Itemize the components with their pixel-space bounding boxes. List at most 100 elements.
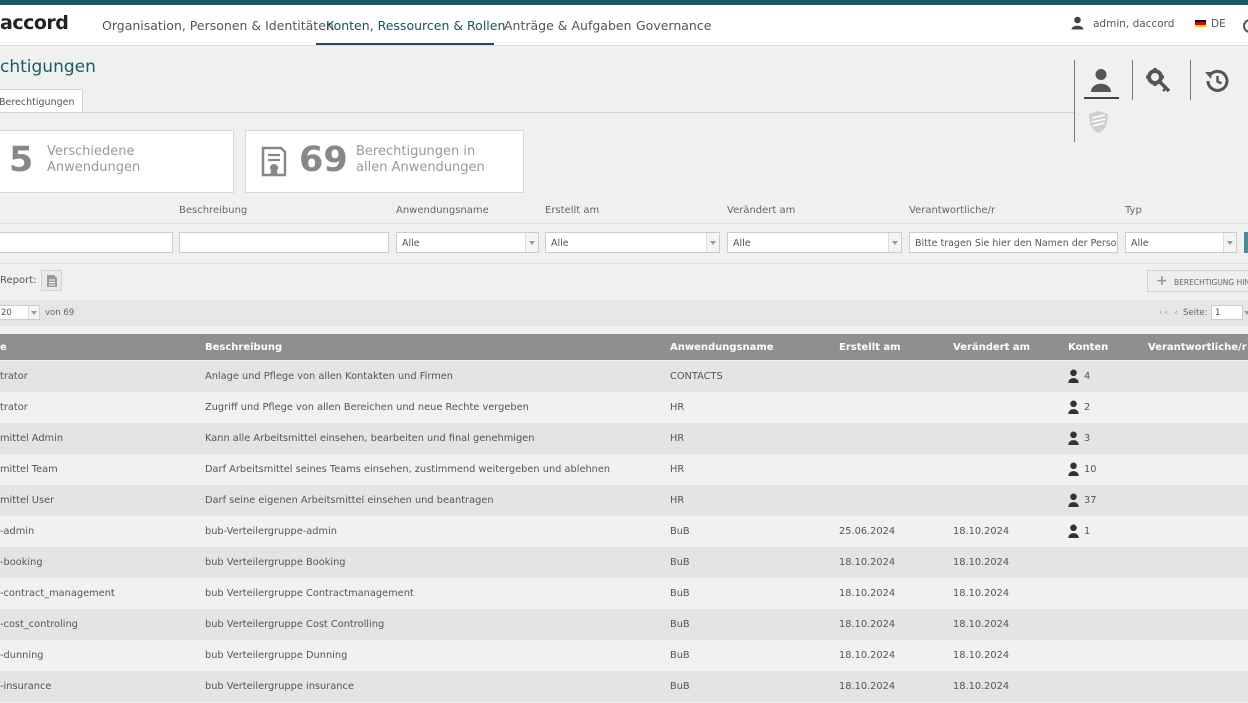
filter-label-anwendungsname: Anwendungsname [396, 205, 489, 216]
col-header-erstellt[interactable]: Erstellt am [839, 342, 901, 353]
table-header: e Beschreibung Anwendungsname Erstellt a… [0, 334, 1248, 360]
cell-anwendung: CONTACTS [670, 371, 723, 382]
page-size-select[interactable]: 20 [0, 305, 40, 320]
cell-beschreibung: bub Verteilergruppe Contractmanagement [205, 588, 414, 599]
pager-bar: 20 von 69 ‹‹ ‹ Seite: 1 [0, 300, 1248, 326]
history-icon[interactable] [1203, 68, 1230, 94]
tab-berechtigungen[interactable]: Berechtigungen [0, 89, 83, 113]
add-berechtigung-button[interactable]: + BERECHTIGUNG HIN [1147, 270, 1248, 292]
nav-konten[interactable]: Konten, Ressourcen & Rollen [326, 18, 505, 33]
plus-icon: + [1156, 273, 1168, 289]
person-icon[interactable] [1068, 369, 1079, 383]
select-value: Alle [1131, 238, 1149, 249]
pager-prev-arrows[interactable]: ‹‹ ‹ [1159, 308, 1180, 318]
user-menu[interactable]: admin, daccord [1093, 18, 1174, 30]
tab-divider [0, 112, 1074, 113]
chevron-down-icon[interactable] [1243, 305, 1248, 320]
input-placeholder: Bitte tragen Sie hier den Namen der Pers… [915, 238, 1118, 249]
col-header-name[interactable]: e [0, 342, 7, 353]
shield-icon[interactable] [1088, 110, 1109, 134]
stat-line: Anwendungen [47, 160, 141, 175]
name-filter-input[interactable] [0, 232, 173, 253]
gear-key-icon[interactable] [1146, 68, 1172, 94]
person-icon[interactable] [1068, 462, 1079, 476]
person-icon[interactable] [1068, 524, 1079, 538]
cell-erstellt: 25.06.2024 [839, 526, 896, 537]
col-header-anwendungsname[interactable]: Anwendungsname [670, 342, 774, 353]
chevron-down-icon [888, 233, 901, 252]
page-number-input[interactable]: 1 [1211, 305, 1243, 320]
anwendungsname-select[interactable]: Alle [396, 232, 539, 253]
stat-card-berechtigungen[interactable]: 69 Berechtigungen in allen Anwendungen [245, 130, 524, 193]
filter-label-typ: Typ [1125, 205, 1142, 216]
cell-anwendung: BuB [670, 681, 690, 692]
cell-anwendung: BuB [670, 619, 690, 630]
verantwortliche-filter-input[interactable]: Bitte tragen Sie hier den Namen der Pers… [909, 232, 1118, 253]
sidebar-divider [1190, 60, 1191, 100]
table-row[interactable]: trator Anlage und Pflege von allen Kontak… [0, 361, 1248, 392]
cell-konten[interactable]: 1 [1084, 526, 1090, 537]
col-header-verantwortliche[interactable]: Verantwortliche/r [1148, 342, 1247, 353]
stat-card-anwendungen[interactable]: 5 Verschiedene Anwendungen [0, 130, 234, 193]
nav-organisation[interactable]: Organisation, Personen & Identitäten [102, 18, 334, 33]
filter-label-veraendert: Verändert am [727, 205, 796, 216]
cell-anwendung: HR [670, 464, 685, 475]
typ-select[interactable]: Alle [1125, 232, 1237, 253]
col-header-beschreibung[interactable]: Beschreibung [205, 342, 282, 353]
table-row[interactable]: -insurance bub Verteilergruppe insurance B… [0, 671, 1248, 702]
col-header-veraendert[interactable]: Verändert am [953, 342, 1030, 353]
report-button[interactable] [41, 270, 62, 291]
sidebar-divider [1132, 60, 1133, 100]
table-row[interactable]: -contract_management bub Verteilergruppe … [0, 578, 1248, 609]
table-row[interactable]: -dunning bub Verteilergruppe Dunning BuB 18… [0, 640, 1248, 671]
col-header-konten[interactable]: Konten [1068, 342, 1108, 353]
cell-name: -insurance [0, 681, 52, 692]
cell-veraendert: 18.10.2024 [953, 650, 1010, 661]
table-row[interactable]: -booking bub Verteilergruppe Booking BuB 18… [0, 547, 1248, 578]
cell-beschreibung: Darf Arbeitsmittel seines Teams einsehen… [205, 464, 611, 475]
power-icon[interactable] [1243, 19, 1248, 33]
cell-konten[interactable]: 37 [1084, 495, 1096, 506]
table-row[interactable]: mittel User Darf seine eigenen Arbeitsmit… [0, 485, 1248, 516]
select-value: Alle [733, 238, 751, 249]
table-row[interactable]: mittel Team Darf Arbeitsmittel seines Tea… [0, 454, 1248, 485]
cell-konten[interactable]: 10 [1084, 464, 1096, 475]
table-row[interactable]: trator Zugriff und Pflege von allen Berei… [0, 392, 1248, 423]
cell-erstellt: 18.10.2024 [839, 619, 896, 630]
table-row[interactable]: mittel Admin Kann alle Arbeitsmittel eins… [0, 423, 1248, 454]
cell-veraendert: 18.10.2024 [953, 681, 1010, 692]
chevron-down-icon [706, 233, 719, 252]
user-icon [1071, 16, 1084, 30]
chevron-down-icon [525, 233, 538, 252]
language-selector[interactable]: DE [1211, 18, 1226, 30]
table-row[interactable]: -admin bub-Verteilergruppe-admin BuB 25.06.… [0, 516, 1248, 547]
person-icon[interactable] [1090, 68, 1112, 93]
cell-name: trator [0, 371, 28, 382]
cell-konten[interactable]: 3 [1084, 433, 1090, 444]
total-count: von 69 [45, 308, 75, 318]
cell-konten[interactable]: 2 [1084, 402, 1090, 413]
cell-name: mittel Admin [0, 433, 64, 444]
veraendert-select[interactable]: Alle [727, 232, 902, 253]
table-row[interactable]: -cost_controling bub Verteilergruppe Cost… [0, 609, 1248, 640]
nav-antraege[interactable]: Anträge & Aufgaben [504, 18, 632, 33]
cell-erstellt: 18.10.2024 [839, 681, 896, 692]
cell-konten[interactable]: 4 [1084, 371, 1090, 382]
cell-beschreibung: bub Verteilergruppe insurance [205, 681, 354, 692]
erstellt-select[interactable]: Alle [545, 232, 720, 253]
nav-governance[interactable]: Governance [636, 18, 711, 33]
filter-search-button[interactable] [1244, 232, 1248, 253]
sidebar-active-underline [1084, 97, 1119, 99]
header: accord Organisation, Personen & Identitä… [0, 5, 1248, 46]
page-title: chtigungen [0, 57, 96, 77]
app-logo[interactable]: accord [0, 12, 69, 34]
cell-anwendung: HR [670, 402, 685, 413]
person-icon[interactable] [1068, 431, 1079, 445]
person-icon[interactable] [1068, 400, 1079, 414]
person-icon[interactable] [1068, 493, 1079, 507]
beschreibung-filter-input[interactable] [179, 232, 389, 253]
chevron-down-icon [1223, 233, 1236, 252]
cell-name: -admin [0, 526, 35, 537]
stat-text: Berechtigungen in allen Anwendungen [356, 144, 485, 176]
report-label: Report: [0, 275, 37, 286]
